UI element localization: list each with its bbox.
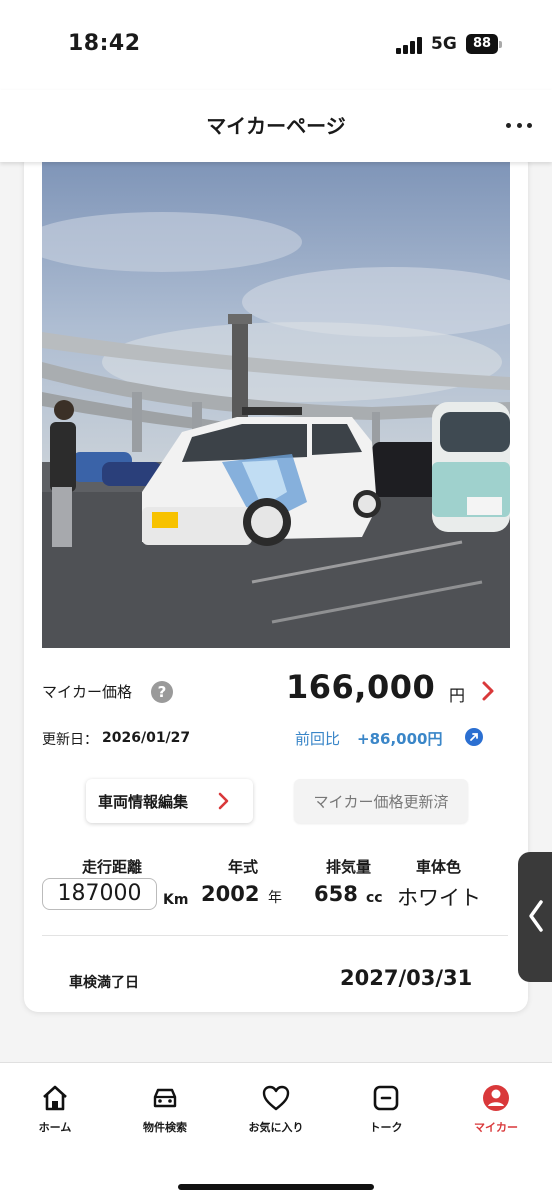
tab-home-label: ホーム	[38, 1121, 72, 1134]
year-label: 年式	[228, 858, 259, 876]
mileage-label: 走行距離	[82, 858, 143, 876]
page-title: マイカーページ	[206, 114, 346, 138]
displacement-value: 658	[314, 882, 358, 906]
tab-favorites[interactable]: お気に入り	[231, 1083, 321, 1135]
inspection-label: 車検満了日	[69, 975, 139, 991]
tab-mycar[interactable]: マイカー	[451, 1083, 541, 1135]
tab-favorites-label: お気に入り	[248, 1121, 304, 1134]
battery-icon: 88	[466, 34, 502, 54]
car-photo	[42, 162, 510, 648]
mileage-unit: Km	[163, 892, 189, 908]
tab-talk-label: トーク	[369, 1121, 403, 1134]
tab-search-label: 物件検索	[143, 1121, 187, 1134]
price-updated-button[interactable]: マイカー価格更新済	[294, 779, 468, 823]
status-bar: 18:42 5G 88	[0, 0, 552, 90]
displacement-unit: cc	[366, 890, 383, 906]
chevron-right-icon	[218, 792, 229, 810]
inspection-date: 2027/03/31	[340, 966, 473, 990]
tab-talk[interactable]: トーク	[341, 1083, 431, 1135]
chevron-right-icon[interactable]	[478, 679, 498, 703]
mileage-field[interactable]: 187000	[42, 878, 157, 910]
help-icon[interactable]: ?	[151, 681, 173, 703]
bottom-nav: ホーム 物件検索 お気に入り トーク マイカー	[0, 1062, 552, 1200]
price-unit: 円	[449, 686, 466, 705]
prev-diff-label: 前回比	[295, 730, 341, 748]
network-label: 5G	[431, 34, 457, 54]
chat-icon	[373, 1085, 399, 1111]
signal-icon	[396, 36, 424, 54]
battery-level: 88	[466, 34, 498, 54]
divider	[42, 935, 508, 936]
more-icon[interactable]	[506, 112, 532, 138]
year-value: 2002	[201, 882, 260, 906]
chevron-left-icon	[529, 900, 543, 932]
year-unit: 年	[268, 890, 282, 906]
edit-vehicle-button[interactable]: 車両情報編集	[86, 779, 253, 823]
tab-mycar-label: マイカー	[474, 1121, 518, 1134]
update-label: 更新日：	[42, 732, 98, 748]
update-date: 2026/01/27	[102, 730, 191, 746]
body-color-value: ホワイト	[397, 886, 481, 910]
heart-icon	[262, 1085, 290, 1111]
price-value: 166,000	[286, 668, 436, 706]
home-icon	[43, 1085, 67, 1111]
user-icon	[483, 1085, 509, 1111]
body-color-label: 車体色	[416, 858, 462, 876]
tab-home[interactable]: ホーム	[10, 1083, 100, 1135]
price-label: マイカー価格	[42, 683, 133, 701]
side-drawer-handle[interactable]	[518, 852, 552, 982]
home-indicator	[178, 1184, 374, 1190]
car-icon	[153, 1088, 177, 1108]
prev-diff-value: +86,000円	[357, 730, 443, 748]
tab-search[interactable]: 物件検索	[120, 1083, 210, 1135]
nav-header: マイカーページ	[0, 90, 552, 162]
external-link-icon[interactable]	[465, 728, 483, 746]
price-updated-label: マイカー価格更新済	[313, 792, 449, 811]
edit-vehicle-label: 車両情報編集	[98, 792, 189, 811]
status-time: 18:42	[68, 31, 141, 56]
displacement-label: 排気量	[326, 858, 372, 876]
